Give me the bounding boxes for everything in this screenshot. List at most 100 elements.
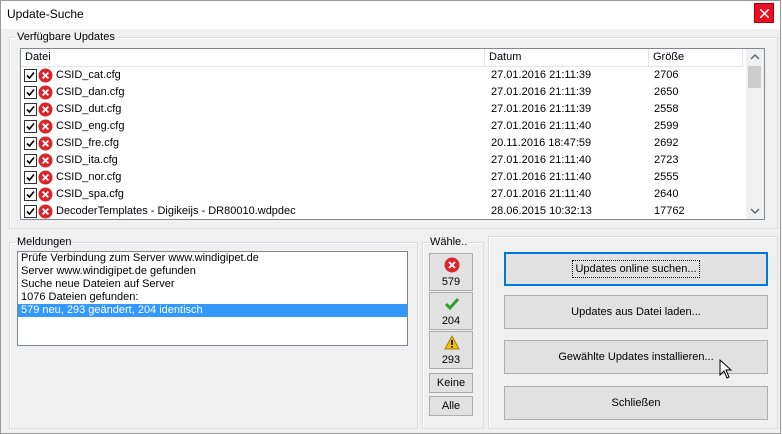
file-name: CSID_fre.cfg: [56, 137, 119, 149]
search-online-button[interactable]: Updates online suchen...: [504, 252, 768, 286]
table-row[interactable]: DecoderTemplates - Digikeijs - DR80010.w…: [21, 203, 747, 219]
new-count: 579: [441, 276, 461, 288]
file-size: 2723: [654, 154, 679, 166]
file-size: 2706: [654, 69, 679, 81]
table-row[interactable]: CSID_cat.cfg 27.01.2016 21:11:39 2706: [21, 67, 747, 84]
file-name: CSID_cat.cfg: [56, 69, 121, 81]
file-size: 2555: [654, 171, 679, 183]
checkmark-icon: [26, 156, 35, 165]
updates-scrollbar[interactable]: [746, 49, 764, 219]
select-all-button[interactable]: Alle: [429, 396, 473, 416]
file-date: 27.01.2016 21:11:39: [491, 86, 592, 98]
error-icon: [38, 187, 53, 202]
scroll-up-arrow[interactable]: [746, 49, 764, 66]
row-checkbox[interactable]: [24, 137, 37, 150]
file-date: 28.06.2015 10:32:13: [491, 205, 592, 217]
table-row[interactable]: CSID_dut.cfg 27.01.2016 21:11:39 2558: [21, 101, 747, 118]
scroll-down-arrow[interactable]: [746, 202, 764, 219]
row-checkbox[interactable]: [24, 171, 37, 184]
file-name: CSID_dan.cfg: [56, 86, 125, 98]
select-changed-button[interactable]: 204: [429, 292, 473, 330]
available-updates-label: Verfügbare Updates: [17, 31, 115, 43]
table-row[interactable]: CSID_eng.cfg 27.01.2016 21:11:40 2599: [21, 118, 747, 135]
file-date: 27.01.2016 21:11:39: [491, 103, 592, 115]
row-checkbox[interactable]: [24, 154, 37, 167]
search-online-label: Updates online suchen...: [572, 260, 700, 278]
message-line-selected[interactable]: 579 neu, 293 geändert, 204 identisch: [18, 304, 407, 317]
file-name: CSID_spa.cfg: [56, 188, 124, 200]
error-icon: [38, 102, 53, 117]
chevron-down-icon: [750, 208, 760, 214]
error-icon: [38, 170, 53, 185]
updates-list[interactable]: Datei Datum Größe CSID_cat.cfg 27.01.2016…: [20, 48, 765, 220]
file-size: 17762: [654, 205, 685, 217]
checkmark-icon: [26, 173, 35, 182]
close-window-button[interactable]: [754, 3, 774, 23]
select-new-button[interactable]: 579: [429, 253, 473, 291]
messages-box[interactable]: Prüfe Verbindung zum Server www.windigip…: [17, 251, 408, 346]
column-header-size[interactable]: Größe: [649, 49, 743, 66]
file-name: CSID_dut.cfg: [56, 103, 122, 115]
table-row[interactable]: CSID_fre.cfg 20.11.2016 18:47:59 2692: [21, 135, 747, 152]
file-date: 27.01.2016 21:11:40: [491, 154, 592, 166]
close-button[interactable]: Schließen: [504, 386, 768, 420]
file-name: DecoderTemplates - Digikeijs - DR80010.w…: [56, 205, 296, 217]
checkmark-icon: [26, 105, 35, 114]
table-row[interactable]: CSID_spa.cfg 27.01.2016 21:11:40 2640: [21, 186, 747, 203]
checkmark-icon: [26, 88, 35, 97]
table-row[interactable]: CSID_dan.cfg 27.01.2016 21:11:39 2650: [21, 84, 747, 101]
message-line: Prüfe Verbindung zum Server www.windigip…: [21, 252, 259, 264]
update-search-dialog: Update-Suche Verfügbare Updates Datei Da…: [0, 0, 781, 434]
error-icon: [38, 204, 53, 219]
row-checkbox[interactable]: [24, 103, 37, 116]
identical-count: 293: [441, 354, 461, 366]
table-row[interactable]: CSID_ita.cfg 27.01.2016 21:11:40 2723: [21, 152, 747, 169]
file-name: CSID_nor.cfg: [56, 171, 122, 183]
file-size: 2650: [654, 86, 679, 98]
checkmark-icon: [26, 207, 35, 216]
file-date: 20.11.2016 18:47:59: [491, 137, 592, 149]
row-checkbox[interactable]: [24, 188, 37, 201]
row-checkbox[interactable]: [24, 120, 37, 133]
checkmark-icon: [26, 122, 35, 131]
warning-icon: [444, 335, 460, 350]
column-header-date[interactable]: Datum: [485, 49, 649, 66]
window-title: Update-Suche: [7, 7, 84, 21]
file-name: CSID_ita.cfg: [56, 154, 118, 166]
checkmark-icon: [26, 139, 35, 148]
file-date: 27.01.2016 21:11:40: [491, 171, 592, 183]
error-icon: [38, 153, 53, 168]
table-row[interactable]: CSID_nor.cfg 27.01.2016 21:11:40 2555: [21, 169, 747, 186]
file-size: 2692: [654, 137, 679, 149]
error-icon: [38, 85, 53, 100]
scroll-thumb[interactable]: [748, 66, 761, 88]
updates-rows: CSID_cat.cfg 27.01.2016 21:11:39 2706 CSID_…: [21, 67, 747, 219]
row-checkbox[interactable]: [24, 205, 37, 218]
message-line: 1076 Dateien gefunden:: [21, 291, 139, 303]
chevron-up-icon: [750, 54, 760, 60]
row-checkbox[interactable]: [24, 86, 37, 99]
select-none-button[interactable]: Keine: [429, 373, 473, 393]
load-from-file-button[interactable]: Updates aus Datei laden...: [504, 295, 768, 329]
error-icon: [38, 68, 53, 83]
list-header: Datei Datum Größe: [21, 49, 743, 67]
select-identical-button[interactable]: 293: [429, 331, 473, 369]
file-name: CSID_eng.cfg: [56, 120, 125, 132]
error-icon: [38, 136, 53, 151]
checkmark-icon: [26, 190, 35, 199]
file-size: 2558: [654, 103, 679, 115]
mouse-cursor-icon: [719, 359, 733, 379]
message-line: Suche neue Dateien auf Server: [21, 278, 175, 290]
close-icon: [760, 9, 769, 18]
file-size: 2599: [654, 120, 679, 132]
column-header-file[interactable]: Datei: [21, 49, 485, 66]
error-icon: [444, 257, 460, 273]
select-label: Wähle..: [430, 236, 468, 248]
checkmark-icon: [444, 298, 460, 311]
file-date: 27.01.2016 21:11:40: [491, 120, 592, 132]
row-checkbox[interactable]: [24, 69, 37, 82]
file-size: 2640: [654, 188, 679, 200]
file-date: 27.01.2016 21:11:40: [491, 188, 592, 200]
file-date: 27.01.2016 21:11:39: [491, 69, 592, 81]
messages-label: Meldungen: [17, 236, 72, 248]
